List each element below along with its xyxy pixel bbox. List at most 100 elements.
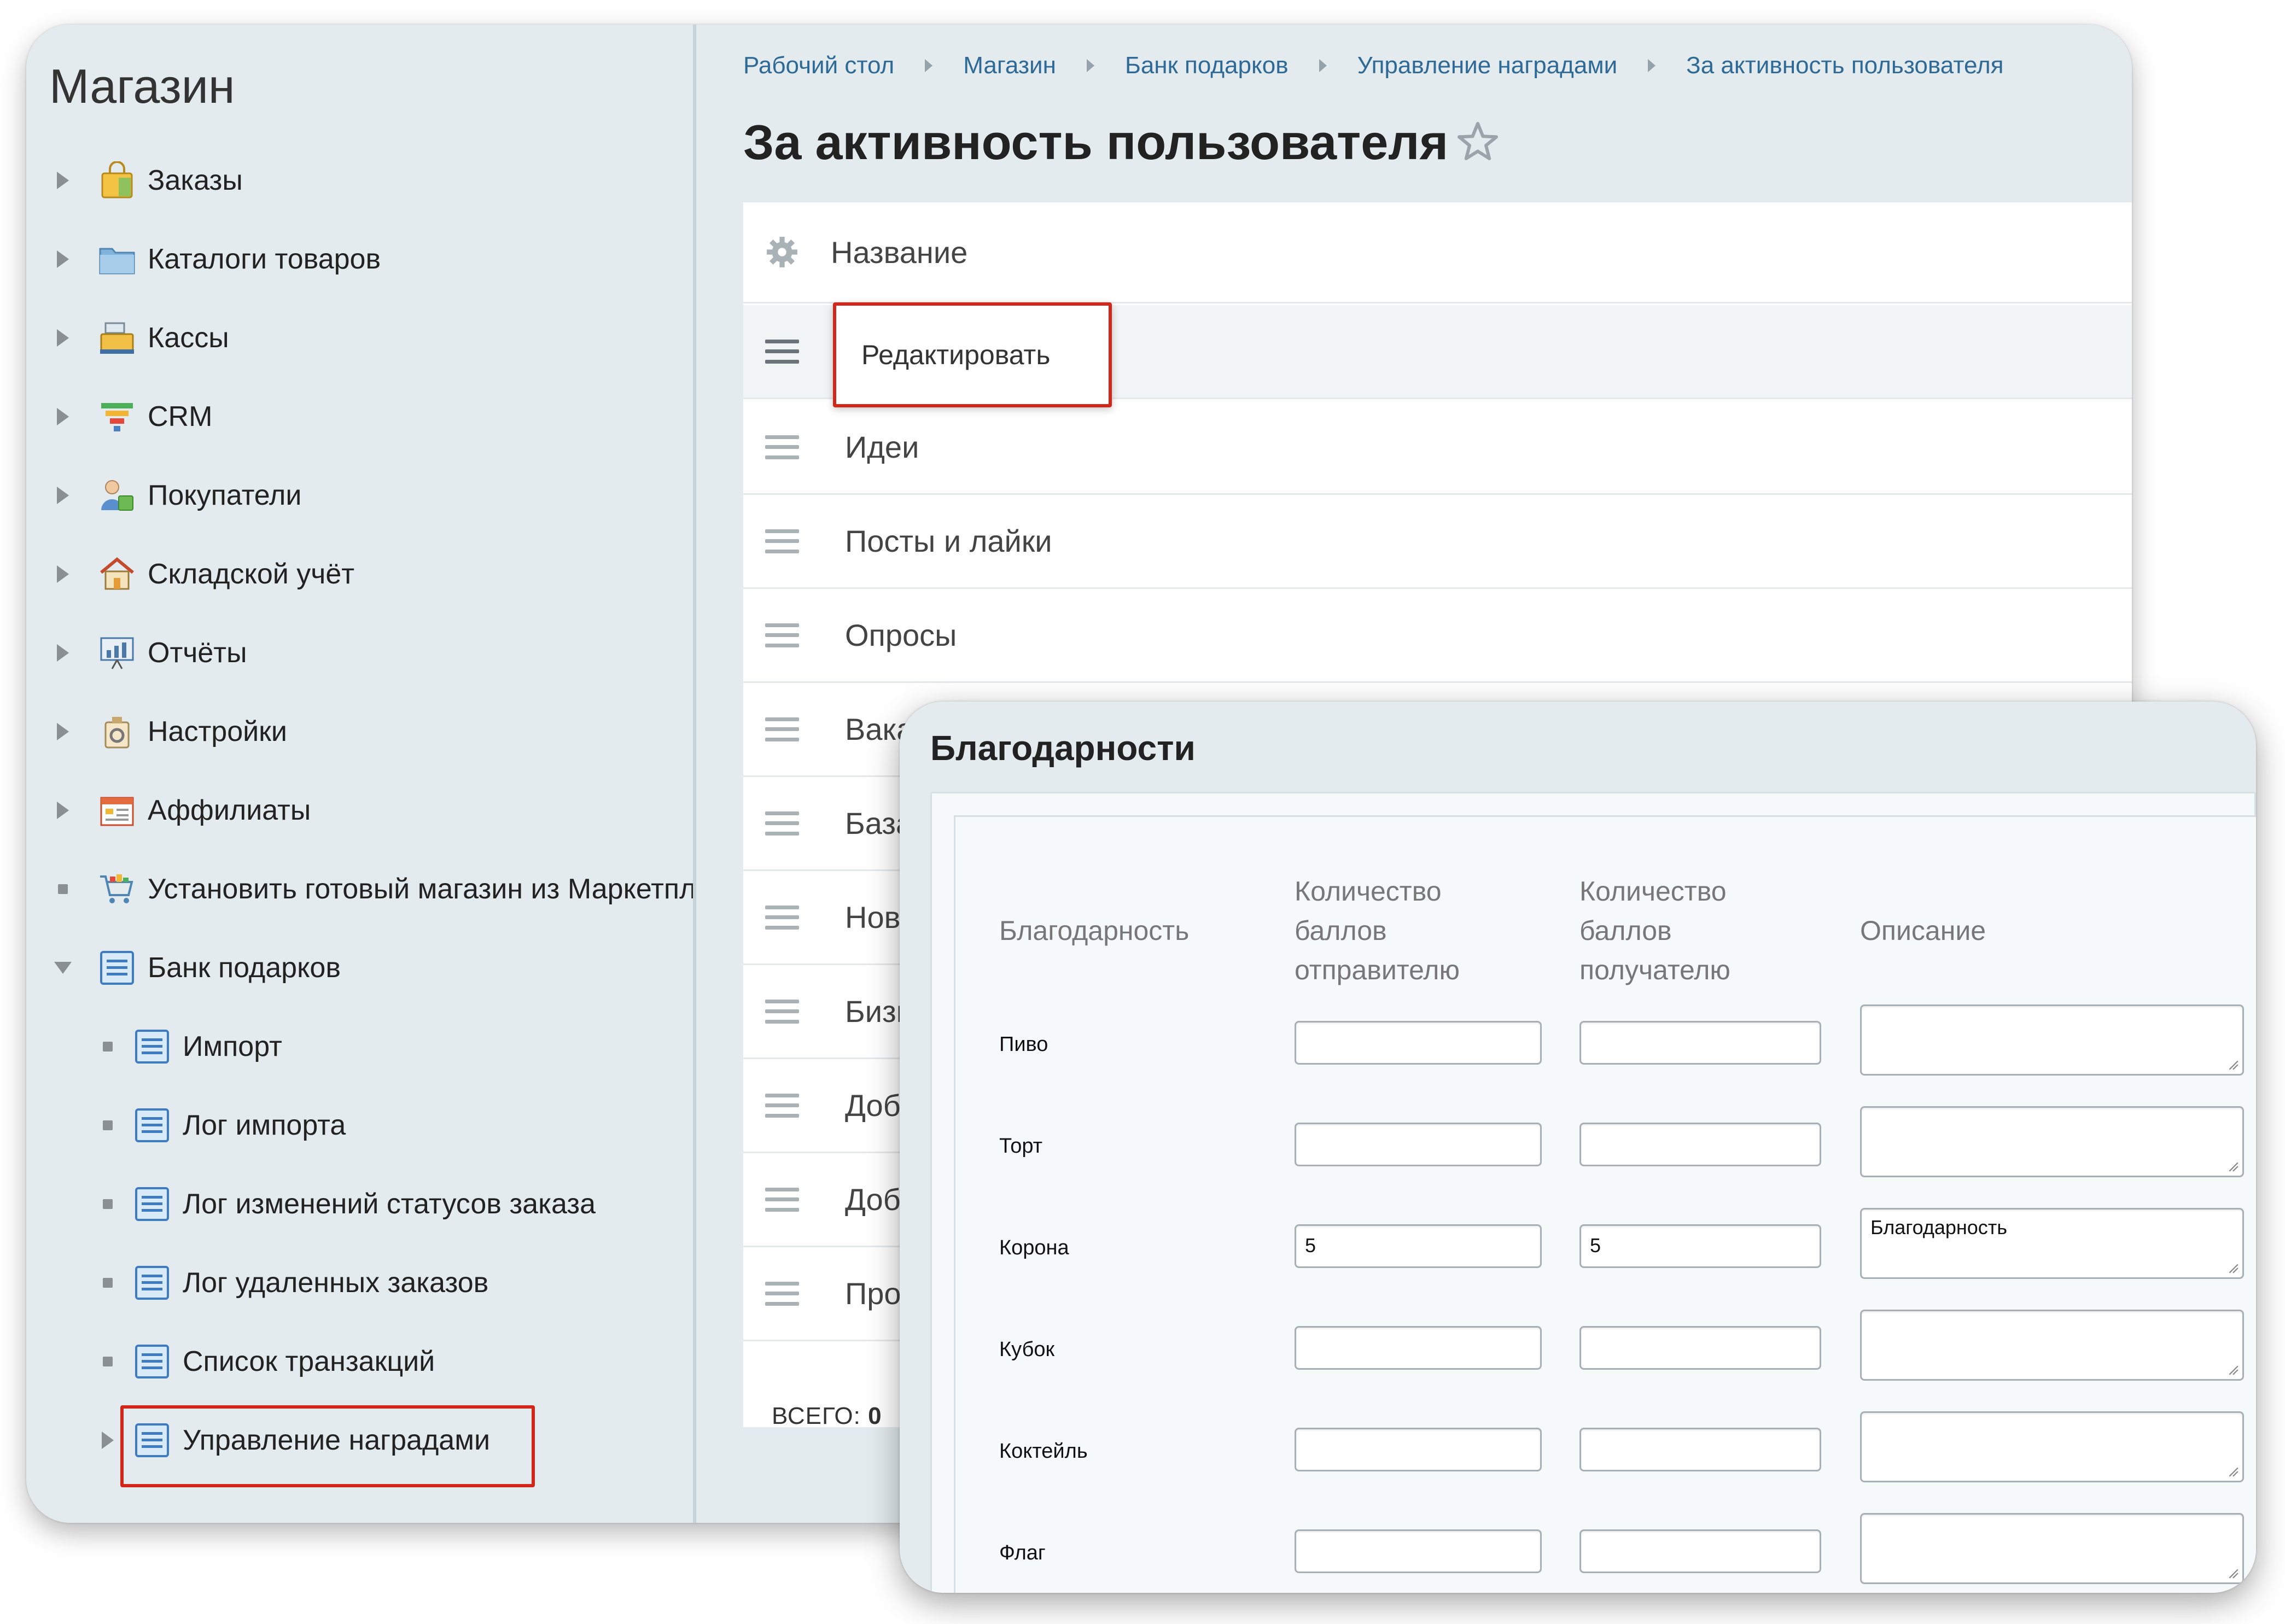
funnel-icon — [96, 396, 138, 437]
row-menu-icon[interactable] — [765, 339, 799, 364]
row-menu-icon[interactable] — [765, 999, 799, 1024]
row-menu-icon[interactable] — [765, 1093, 799, 1118]
receiver-points-input[interactable] — [1579, 1428, 1821, 1471]
expand-arrow-icon[interactable] — [54, 565, 72, 583]
grid-header: Название — [743, 202, 2132, 303]
row-menu-icon[interactable] — [765, 811, 799, 836]
sidebar-item-customers[interactable]: Покупатели — [54, 463, 301, 528]
expand-arrow-icon[interactable] — [54, 487, 72, 504]
header-line: отправителю — [1295, 955, 1460, 985]
row-menu-icon[interactable] — [765, 623, 799, 647]
description-text: Благодарность — [1870, 1216, 2008, 1239]
document-icon — [131, 1105, 173, 1146]
sender-points-input[interactable] — [1295, 1021, 1542, 1065]
expand-arrow-icon[interactable] — [54, 723, 72, 740]
document-icon — [131, 1183, 173, 1225]
sidebar-item-orders[interactable]: Заказы — [54, 148, 243, 213]
sidebar-subitem-import-log[interactable]: Лог импорта — [98, 1093, 346, 1158]
sender-points-input[interactable] — [1295, 1428, 1542, 1471]
expand-arrow-icon[interactable] — [54, 644, 72, 662]
sidebar-item-label: Лог изменений статусов заказа — [183, 1188, 596, 1220]
row-menu-icon[interactable] — [765, 717, 799, 741]
sidebar-item-crm[interactable]: CRM — [54, 384, 212, 449]
receiver-points-input[interactable] — [1579, 1326, 1821, 1370]
sidebar-item-warehouse[interactable]: Складской учёт — [54, 541, 354, 607]
column-header-name[interactable]: Название — [831, 235, 967, 270]
gratitude-name: Корона — [999, 1236, 1069, 1259]
sidebar-item-label: Аффилиаты — [148, 795, 311, 826]
sidebar-subitem-transactions[interactable]: Список транзакций — [98, 1329, 435, 1394]
sender-points-input[interactable]: 5 — [1295, 1224, 1542, 1268]
gratitude-popup: Благодарности Благодарность Количество б… — [900, 702, 2256, 1593]
resize-grip-icon[interactable] — [2227, 1262, 2239, 1274]
sidebar-item-label: Установить готовый магазин из Маркетплей… — [148, 873, 696, 905]
breadcrumb-link[interactable]: Рабочий стол — [743, 52, 894, 79]
expand-arrow-icon[interactable] — [54, 802, 72, 819]
breadcrumb-link[interactable]: Магазин — [963, 52, 1056, 79]
description-textarea[interactable] — [1860, 1004, 2244, 1076]
collapse-arrow-icon[interactable] — [54, 962, 72, 974]
expand-arrow-icon[interactable] — [54, 250, 72, 268]
breadcrumb-link[interactable]: Банк подарков — [1125, 52, 1289, 79]
receiver-points-input[interactable] — [1579, 1021, 1821, 1065]
row-menu-icon[interactable] — [765, 1187, 799, 1212]
sidebar-item-reports[interactable]: Отчёты — [54, 620, 247, 686]
bullet-icon — [98, 1278, 117, 1288]
receiver-points-input[interactable] — [1579, 1529, 1821, 1573]
row-label: Идеи — [845, 430, 919, 464]
breadcrumb-link[interactable]: Управление наградами — [1357, 52, 1618, 79]
receiver-points-input[interactable] — [1579, 1123, 1821, 1166]
resize-grip-icon[interactable] — [2227, 1567, 2239, 1579]
row-menu-icon[interactable] — [765, 529, 799, 553]
table-row[interactable]: Посты и лайки — [743, 495, 2132, 589]
row-label: Опросы — [845, 618, 957, 652]
sidebar-subitem-deleted-orders-log[interactable]: Лог удаленных заказов — [98, 1250, 488, 1316]
gear-icon[interactable] — [765, 235, 799, 269]
breadcrumb-link[interactable]: За активность пользователя — [1686, 52, 2003, 79]
sidebar-item-marketplace[interactable]: Установить готовый магазин из Маркетплей… — [54, 856, 696, 922]
description-textarea[interactable] — [1860, 1411, 2244, 1482]
cart-icon — [96, 868, 138, 910]
sidebar-item-settings[interactable]: Настройки — [54, 699, 287, 764]
description-textarea[interactable] — [1860, 1310, 2244, 1381]
row-menu-icon[interactable] — [765, 435, 799, 459]
sidebar-item-gift-bank[interactable]: Банк подарков — [54, 935, 341, 1001]
resize-grip-icon[interactable] — [2227, 1160, 2239, 1172]
resize-grip-icon[interactable] — [2227, 1465, 2239, 1477]
sender-points-input[interactable] — [1295, 1326, 1542, 1370]
table-row[interactable]: Опросы — [743, 589, 2132, 683]
expand-arrow-icon[interactable] — [54, 408, 72, 425]
document-icon — [96, 947, 138, 989]
sidebar-subitem-status-log[interactable]: Лог изменений статусов заказа — [98, 1171, 596, 1237]
expand-arrow-icon[interactable] — [54, 172, 72, 189]
expand-arrow-icon[interactable] — [54, 329, 72, 347]
sidebar-item-label: Лог импорта — [183, 1109, 346, 1141]
sidebar-item-affiliates[interactable]: Аффилиаты — [54, 778, 311, 843]
description-textarea[interactable]: Благодарность — [1860, 1208, 2244, 1279]
sender-points-input[interactable] — [1295, 1529, 1542, 1573]
receiver-points-input[interactable]: 5 — [1579, 1224, 1821, 1268]
warehouse-icon — [96, 553, 138, 595]
bullet-icon — [98, 1120, 117, 1130]
highlight-frame — [833, 302, 1112, 407]
description-textarea[interactable] — [1860, 1106, 2244, 1177]
expand-arrow-icon[interactable] — [98, 1432, 117, 1449]
description-textarea[interactable] — [1860, 1513, 2244, 1584]
resize-grip-icon[interactable] — [2227, 1059, 2239, 1071]
sidebar-item-label: Кассы — [148, 322, 229, 354]
sidebar-item-cash-registers[interactable]: Кассы — [54, 305, 229, 371]
folder-icon — [96, 238, 138, 280]
sidebar-subitem-import[interactable]: Импорт — [98, 1014, 282, 1079]
row-menu-icon[interactable] — [765, 905, 799, 930]
gratitude-name: Пиво — [999, 1033, 1048, 1056]
sidebar-item-catalogs[interactable]: Каталоги товаров — [54, 226, 381, 292]
resize-grip-icon[interactable] — [2227, 1364, 2239, 1376]
page-title: За активность пользователя — [743, 115, 1448, 170]
sender-points-input[interactable] — [1295, 1123, 1542, 1166]
reports-icon — [96, 632, 138, 674]
document-icon — [131, 1341, 173, 1382]
table-row[interactable]: Идеи — [743, 401, 2132, 495]
row-menu-icon[interactable] — [765, 1281, 799, 1306]
header-line: баллов — [1579, 915, 1672, 946]
favorite-star-icon[interactable] — [1456, 120, 1500, 164]
